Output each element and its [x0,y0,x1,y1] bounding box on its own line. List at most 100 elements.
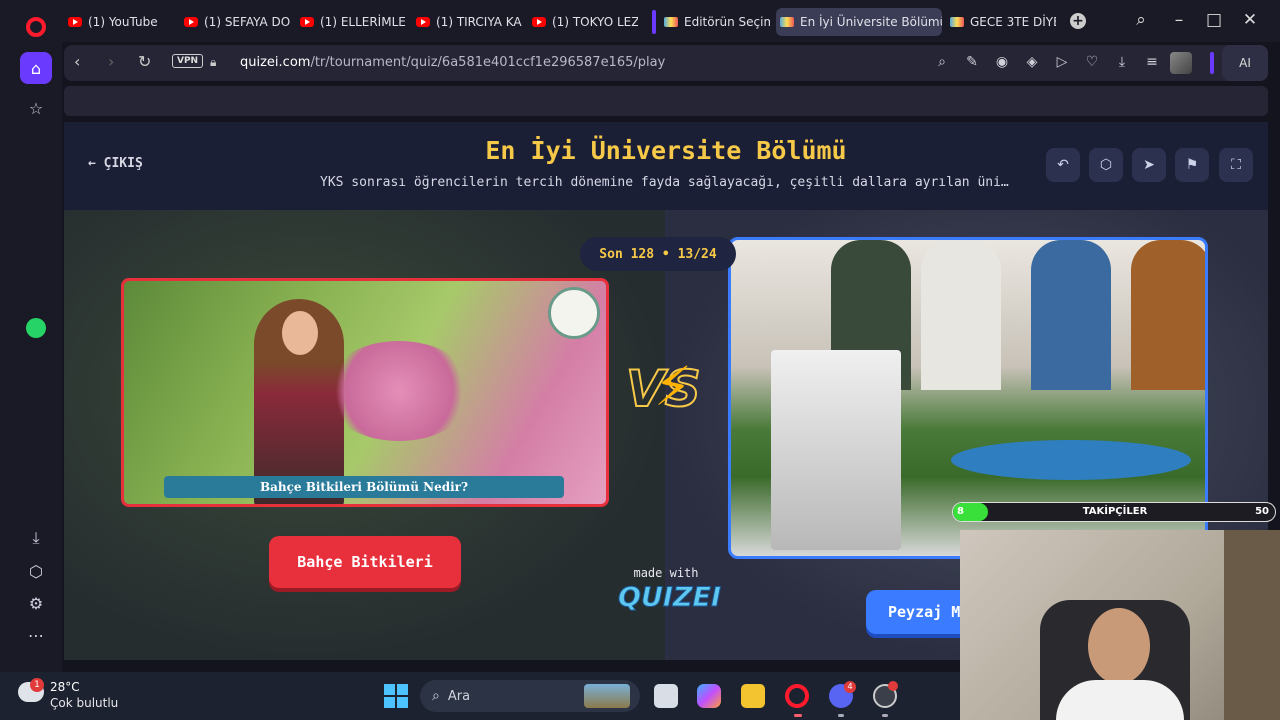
hydrangea-flowers [324,341,474,441]
quizei-logo[interactable]: QUIZEI [618,582,722,614]
webcam-overlay [960,530,1280,720]
maximize-icon[interactable]: □ [1203,10,1225,30]
round-status-badge: Son 128 • 13/24 [580,237,736,271]
new-tab-icon[interactable]: + [1070,13,1086,29]
image-caption: Bahçe Bitkileri Bölümü Nedir? [164,476,564,498]
choose-left-button[interactable]: Bahçe Bitkileri [269,536,461,588]
edit-icon[interactable]: ✎ [962,54,982,70]
quizei-icon [780,17,794,27]
heart-icon[interactable]: ♡ [1082,54,1102,70]
weather-badge: 1 [30,678,44,692]
youtube-icon [184,17,198,27]
task-view-icon[interactable] [654,684,678,708]
bookshelf [1224,530,1280,720]
person-figure [1031,240,1111,390]
ai-button[interactable]: AI [1222,45,1268,81]
tab-gece[interactable]: GECE 3TE DİYET [946,8,1056,36]
temperature[interactable]: 28°C [50,680,80,694]
tab-label: (1) SEFAYA DOĞ [204,15,290,29]
page-title: En İyi Üniversite Bölümü [485,136,847,165]
aria-indicator [1210,52,1214,74]
flag-icon[interactable]: ⚑ [1175,148,1209,182]
reload-icon[interactable]: ↻ [138,52,151,71]
tab-active-quiz[interactable]: En İyi Üniversite Bölümü - [776,8,942,36]
search-tabs-icon[interactable]: ⌕ [1130,10,1152,30]
url-path: /tr/tournament/quiz/6a581e401ccf1e296587… [310,55,666,70]
forward-icon[interactable]: › [108,52,114,71]
opera-active-indicator [794,714,802,717]
person-figure [921,240,1001,390]
youtube-icon [416,17,430,27]
tab-ellerimle[interactable]: (1) ELLERİMLE P [296,8,406,36]
search-highlight-image [584,684,630,708]
windows-taskbar: 1 28°C Çok bulutlu ⌕ Ara 4 [0,672,960,720]
share-icon[interactable]: ⬡ [1089,148,1123,182]
weather-condition[interactable]: Çok bulutlu [50,696,118,710]
taskbar-search[interactable]: ⌕ Ara [420,680,640,712]
search-placeholder: Ara [447,688,471,704]
tab-sefaya[interactable]: (1) SEFAYA DOĞ [180,8,290,36]
lightning-bolt-icon: ⚡ [654,355,692,418]
minimize-icon[interactable]: – [1168,10,1190,30]
more-dots-icon[interactable]: ⋯ [20,619,52,651]
lock-icon[interactable]: 🔒︎ [210,55,216,70]
followers-label: TAKİPÇİLER [1082,506,1148,517]
opera-logo-icon[interactable] [26,17,46,37]
camera-icon[interactable]: ◉ [992,54,1012,70]
fullscreen-icon[interactable]: ⛶ [1219,148,1253,182]
left-option-image[interactable]: Bahçe Bitkileri Bölümü Nedir? [121,278,609,507]
url-field[interactable]: quizei.com/tr/tournament/quiz/6a581e401c… [240,55,665,70]
followers-goal-bar: 8 TAKİPÇİLER 50 [952,502,1276,522]
page-subtitle: YKS sonrası öğrencilerin tercih dönemine… [320,175,1012,190]
tab-editor-choice[interactable]: Editörün Seçimi [660,8,770,36]
recording-indicator [888,681,898,691]
send-icon[interactable]: ➤ [1132,148,1166,182]
file-explorer-icon[interactable] [741,684,765,708]
download-icon[interactable]: ⤓ [20,522,52,554]
obs-running-indicator [882,714,888,717]
youtube-icon [300,17,314,27]
send-icon[interactable]: ▷ [1052,54,1072,70]
tab-label: En İyi Üniversite Bölümü - [800,15,942,29]
tab-tirciya[interactable]: (1) TIRCIYA KASI [412,8,522,36]
copilot-icon[interactable] [697,684,721,708]
windows-start-icon[interactable] [384,684,408,708]
streamer-head [1088,608,1150,684]
tab-label: Editörün Seçimi [684,15,770,29]
easy-setup-icon[interactable]: ≡ [1142,54,1162,70]
profile-avatar[interactable] [1170,52,1192,74]
quizei-icon [950,17,964,27]
youtube-icon [532,17,546,27]
download-icon[interactable]: ⤓ [1112,54,1132,70]
opera-taskbar-icon[interactable] [785,684,809,708]
tab-tokyo[interactable]: (1) TOKYO LEZZ [528,8,638,36]
bookmarks-bar [64,86,1268,116]
home-icon[interactable]: ⌂ [20,52,52,84]
whatsapp-icon[interactable] [20,312,52,344]
screen: (1) YouTube (1) SEFAYA DOĞ (1) ELLERİMLE… [0,0,1280,720]
settings-gear-icon[interactable]: ⚙ [20,587,52,619]
university-seal-icon [548,287,600,339]
address-bar: ‹ › ↻ VPN 🔒︎ quizei.com/tr/tournament/qu… [64,45,1268,81]
search-icon: ⌕ [432,688,440,704]
quizei-icon [664,17,678,27]
undo-icon[interactable]: ↶ [1046,148,1080,182]
page-search-icon[interactable]: ⌕ [932,54,952,70]
gardener-face [282,311,318,355]
quiz-header: ← ÇIKIŞ En İyi Üniversite Bölümü YKS son… [64,122,1268,210]
star-icon[interactable]: ☆ [20,92,52,124]
ai-label: AI [1239,56,1251,70]
vpn-badge[interactable]: VPN [172,54,204,68]
youtube-icon [68,17,82,27]
close-icon[interactable]: ✕ [1239,10,1261,30]
model-water [951,440,1191,480]
extensions-cube-icon[interactable]: ⬡ [20,555,52,587]
discord-running-indicator [838,714,844,717]
tab-label: (1) ELLERİMLE P [320,15,406,29]
model-building [771,350,901,550]
shield-icon[interactable]: ◈ [1022,54,1042,70]
back-icon[interactable]: ‹ [74,52,80,71]
followers-max: 50 [1255,506,1269,517]
tab-youtube[interactable]: (1) YouTube [64,8,174,36]
streamer-body [1056,680,1184,720]
